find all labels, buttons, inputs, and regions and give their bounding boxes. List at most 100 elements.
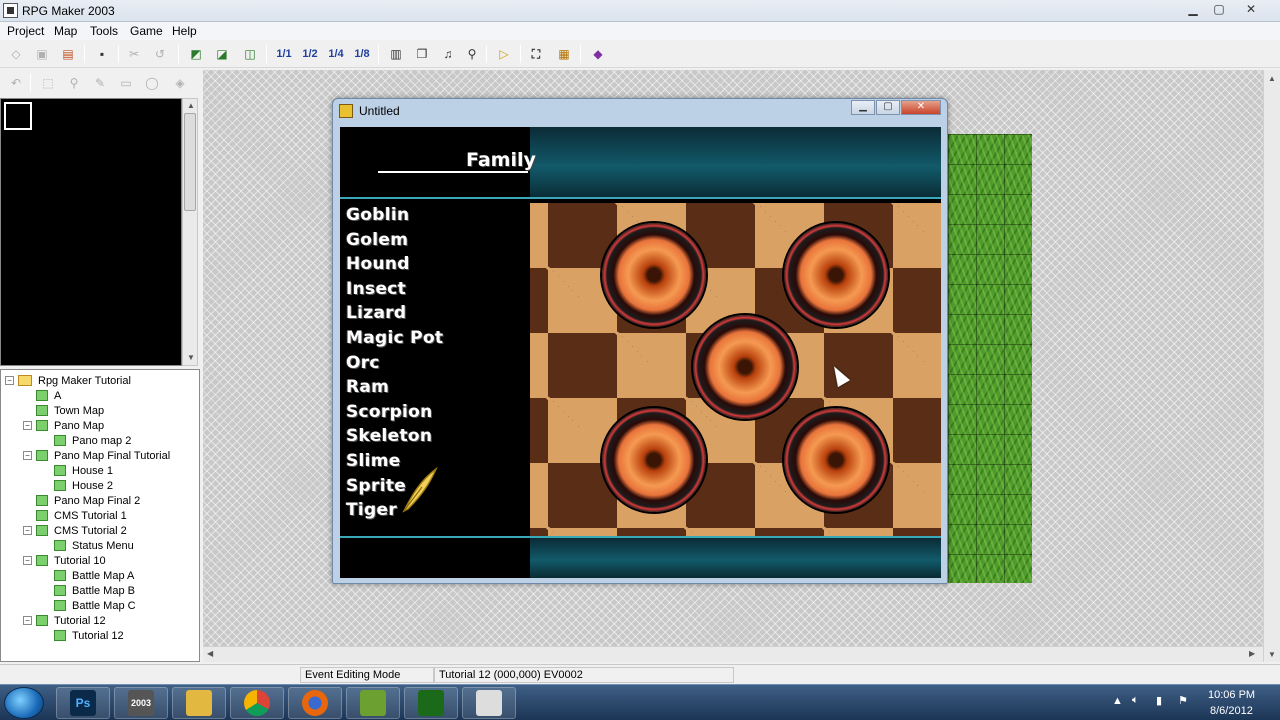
tree-item[interactable]: Tutorial 12 bbox=[41, 628, 124, 643]
minimize-button[interactable]: ▁ bbox=[1180, 2, 1206, 18]
tree-item[interactable]: Status Menu bbox=[41, 538, 134, 553]
tree-item[interactable]: Battle Map B bbox=[41, 583, 135, 598]
music-icon[interactable]: ♫ bbox=[438, 44, 458, 64]
game-maximize-button[interactable]: ▢ bbox=[876, 100, 900, 115]
fullscreen-icon[interactable]: ⛶ bbox=[526, 44, 546, 64]
zoom-1-1-icon[interactable]: 1/1 bbox=[274, 44, 294, 64]
monster-list-item[interactable]: Tiger bbox=[346, 500, 397, 520]
zoom-1-4-icon[interactable]: 1/4 bbox=[326, 44, 346, 64]
tree-item[interactable]: − CMS Tutorial 2 bbox=[23, 523, 127, 538]
cut-icon[interactable]: ✂ bbox=[124, 44, 144, 64]
save-icon[interactable]: ▪ bbox=[92, 44, 112, 64]
taskbar-app[interactable] bbox=[346, 687, 400, 719]
zoom-1-2-icon[interactable]: 1/2 bbox=[300, 44, 320, 64]
expand-toggle-icon[interactable]: − bbox=[23, 421, 32, 430]
monster-list-item[interactable]: Insect bbox=[346, 279, 406, 299]
menu-tools[interactable]: Tools bbox=[90, 24, 118, 38]
taskbar-app[interactable]: 2003 bbox=[114, 687, 168, 719]
tree-item[interactable]: Pano Map Final 2 bbox=[23, 493, 140, 508]
maximize-button[interactable]: ▢ bbox=[1206, 2, 1232, 18]
monster-list-item[interactable]: Magic Pot bbox=[346, 328, 443, 348]
search-icon[interactable]: ⚲ bbox=[462, 44, 482, 64]
pencil-icon[interactable]: ✎ bbox=[90, 73, 110, 93]
tree-item[interactable]: − Tutorial 12 bbox=[23, 613, 106, 628]
tree-item[interactable]: Pano map 2 bbox=[41, 433, 131, 448]
grass-tiles[interactable] bbox=[948, 134, 1032, 583]
taskbar-app[interactable]: Ps bbox=[56, 687, 110, 719]
monster-list-item[interactable]: Slime bbox=[346, 451, 401, 471]
volume-icon[interactable]: 🔈︎ bbox=[1132, 694, 1139, 707]
help-book-icon[interactable]: ◆ bbox=[588, 44, 608, 64]
zoom-1-8-icon[interactable]: 1/8 bbox=[352, 44, 372, 64]
monster-list-item[interactable]: Golem bbox=[346, 230, 408, 250]
tray-arrow-icon[interactable]: ▲ bbox=[1112, 695, 1123, 707]
map-horizontal-scrollbar[interactable]: ◀ ▶ bbox=[203, 646, 1263, 662]
playtest-icon[interactable]: ▷ bbox=[494, 44, 514, 64]
game-screen[interactable]: Family Goblin Golem Hound Insect Lizard Magic… bbox=[340, 127, 941, 578]
tree-item[interactable]: House 1 bbox=[41, 463, 113, 478]
game-window[interactable]: Untitled ▁ ▢ ✕ Family Goblin Golem Hound In… bbox=[332, 98, 948, 584]
menu-map[interactable]: Map bbox=[54, 24, 77, 38]
tree-item[interactable]: Battle Map A bbox=[41, 568, 134, 583]
network-icon[interactable]: ▮ bbox=[1156, 694, 1162, 707]
open-project-icon[interactable]: ▣ bbox=[32, 44, 52, 64]
lower-layer-icon[interactable]: ◩ bbox=[186, 44, 206, 64]
taskbar-app[interactable] bbox=[230, 687, 284, 719]
clock-date[interactable]: 8/6/2012 bbox=[1210, 705, 1253, 717]
tree-item[interactable]: CMS Tutorial 1 bbox=[23, 508, 127, 523]
title-screen-icon[interactable]: ▦ bbox=[554, 44, 574, 64]
taskbar-app[interactable] bbox=[172, 687, 226, 719]
close-button[interactable]: ✕ bbox=[1238, 2, 1264, 18]
flag-icon[interactable]: ⚑ bbox=[1178, 694, 1188, 707]
taskbar-app[interactable] bbox=[288, 687, 342, 719]
tree-item[interactable]: − Pano Map Final Tutorial bbox=[23, 448, 170, 463]
monster-list-item[interactable]: Scorpion bbox=[346, 402, 433, 422]
tree-item[interactable]: Battle Map C bbox=[41, 598, 136, 613]
monster-list-item[interactable]: Ram bbox=[346, 377, 389, 397]
tree-item[interactable]: − Pano Map bbox=[23, 418, 104, 433]
fill-icon[interactable]: ◈ bbox=[170, 73, 190, 93]
expand-toggle-icon[interactable]: − bbox=[23, 616, 32, 625]
tileset-palette[interactable] bbox=[0, 98, 182, 366]
rectangle-icon[interactable]: ▭ bbox=[116, 73, 136, 93]
new-project-icon[interactable]: ◇ bbox=[6, 44, 26, 64]
menu-help[interactable]: Help bbox=[172, 24, 197, 38]
tree-item[interactable]: Town Map bbox=[23, 403, 104, 418]
start-button[interactable] bbox=[4, 687, 44, 719]
clock-time[interactable]: 10:06 PM bbox=[1208, 689, 1255, 701]
database-icon[interactable]: ▥ bbox=[386, 44, 406, 64]
circle-icon[interactable]: ◯ bbox=[142, 73, 162, 93]
expand-toggle-icon[interactable]: − bbox=[5, 376, 14, 385]
monster-list-item[interactable]: Skeleton bbox=[346, 426, 432, 446]
tileset-scrollbar[interactable]: ▲ ▼ bbox=[182, 98, 198, 366]
monster-list-item[interactable]: Orc bbox=[346, 353, 380, 373]
monster-list-item[interactable]: Hound bbox=[346, 254, 410, 274]
monster-list-item[interactable]: Goblin bbox=[346, 205, 409, 225]
taskbar-app[interactable] bbox=[462, 687, 516, 719]
upper-layer-icon[interactable]: ◪ bbox=[212, 44, 232, 64]
undo-icon[interactable]: ↺ bbox=[150, 44, 170, 64]
zoom-icon[interactable]: ⚲ bbox=[64, 73, 84, 93]
monster-list-item[interactable]: Sprite bbox=[346, 476, 406, 496]
taskbar-app[interactable] bbox=[404, 687, 458, 719]
expand-toggle-icon[interactable]: − bbox=[23, 526, 32, 535]
scroll-thumb[interactable] bbox=[184, 113, 196, 211]
tree-item[interactable]: − Tutorial 10 bbox=[23, 553, 106, 568]
game-close-button[interactable]: ✕ bbox=[901, 100, 941, 115]
tree-item[interactable]: − Rpg Maker Tutorial bbox=[5, 373, 131, 388]
undo-draw-icon[interactable]: ↶ bbox=[6, 73, 26, 93]
monster-list-item[interactable]: Lizard bbox=[346, 303, 406, 323]
expand-toggle-icon[interactable]: − bbox=[23, 451, 32, 460]
menu-project[interactable]: Project bbox=[7, 24, 44, 38]
menu-game[interactable]: Game bbox=[130, 24, 163, 38]
tree-item[interactable]: House 2 bbox=[41, 478, 113, 493]
game-minimize-button[interactable]: ▁ bbox=[851, 100, 875, 115]
close-project-icon[interactable]: ▤ bbox=[58, 44, 78, 64]
tree-item[interactable]: A bbox=[23, 388, 61, 403]
event-layer-icon[interactable]: ◫ bbox=[240, 44, 260, 64]
expand-toggle-icon[interactable]: − bbox=[23, 556, 32, 565]
app-title-bar[interactable]: RPG Maker 2003 ▁ ▢ ✕ bbox=[0, 0, 1280, 22]
material-icon[interactable]: ❐ bbox=[412, 44, 432, 64]
map-vertical-scrollbar[interactable]: ▲ ▼ bbox=[1263, 70, 1280, 662]
select-icon[interactable]: ⬚ bbox=[38, 73, 58, 93]
